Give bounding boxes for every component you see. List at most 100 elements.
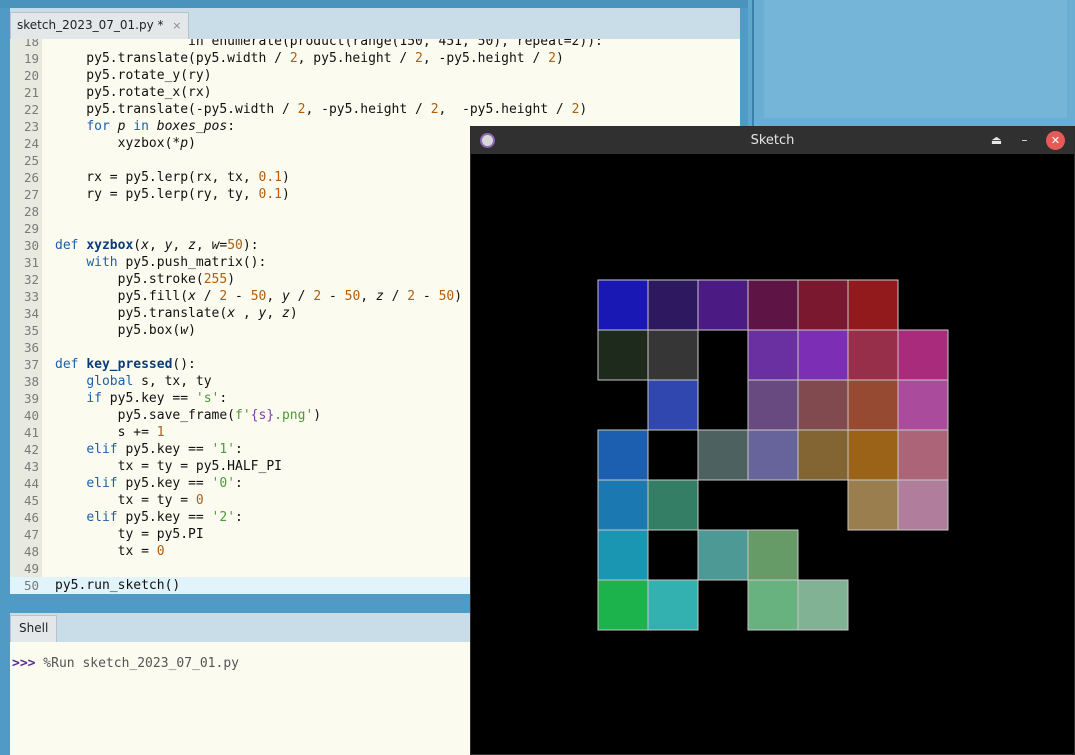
code-token: ): [188, 323, 196, 338]
app-icon[interactable]: [480, 133, 495, 148]
box-face: [647, 579, 699, 631]
code-token: 0.1: [258, 170, 282, 185]
code-token: global: [86, 374, 134, 389]
code-token: def: [55, 357, 79, 372]
code-token: x: [141, 238, 149, 253]
code-text: py5.rotate_x(rx): [55, 84, 212, 101]
code-token: '0': [211, 476, 236, 491]
code-token: p: [180, 136, 189, 151]
box-face: [897, 379, 949, 431]
line-number: 33: [23, 289, 39, 304]
line-number: 36: [23, 340, 39, 355]
code-token: 2: [415, 51, 423, 66]
code-text: py5.translate(-py5.width / 2, -py5.heigh…: [55, 101, 587, 118]
code-token: ry = py5.lerp(ry, ty,: [55, 187, 259, 202]
code-line[interactable]: 19 py5.translate(py5.width / 2, py5.heig…: [10, 50, 740, 67]
code-text: for p in boxes_pos:: [55, 118, 235, 135]
code-token: z: [188, 238, 196, 253]
code-token: py5.key ==: [117, 510, 212, 525]
close-button[interactable]: ✕: [1046, 131, 1065, 150]
line-number: 50: [23, 578, 39, 593]
code-token: 2: [407, 289, 416, 304]
code-token: py5.key ==: [117, 476, 212, 491]
sketch-titlebar[interactable]: Sketch ⏏ – ✕: [471, 127, 1074, 154]
code-line[interactable]: 18 in enumerate(product(range(150, 451, …: [10, 39, 740, 50]
box-face: [747, 329, 799, 381]
box-face: [747, 379, 799, 431]
shell-tab[interactable]: Shell: [10, 615, 58, 642]
code-token: tx = ty = py5.HALF_PI: [55, 459, 282, 474]
code-token: py5.translate(py5.width /: [55, 51, 290, 66]
code-token: :: [227, 119, 236, 134]
code-text: elif py5.key == '2':: [55, 509, 243, 526]
code-token: ): [227, 272, 236, 287]
box-face: [647, 479, 699, 531]
code-token: :: [235, 442, 243, 457]
code-token: 255: [203, 272, 228, 287]
code-token: tx = ty =: [55, 493, 196, 508]
box-face: [897, 479, 949, 531]
code-token: 's': [195, 391, 220, 406]
shell-prompt: >>>: [12, 656, 36, 671]
code-token: 50: [344, 289, 361, 304]
keep-above-button[interactable]: ⏏: [987, 131, 1006, 150]
code-token: py5.key ==: [117, 442, 212, 457]
code-token: y: [282, 289, 290, 304]
code-token: ): [313, 408, 322, 423]
code-line[interactable]: 21 py5.rotate_x(rx): [10, 84, 740, 101]
background-window-body: [764, 0, 1067, 118]
code-token: 2: [548, 51, 556, 66]
code-token: {s}: [250, 408, 275, 423]
line-number: 45: [23, 493, 39, 508]
code-token: ty = py5.PI: [55, 527, 204, 542]
code-token: tx =: [55, 544, 157, 559]
code-text: tx = 0: [55, 543, 165, 560]
tab-close-icon[interactable]: ×: [172, 13, 181, 38]
code-token: boxes_pos: [156, 119, 228, 134]
line-number: 18: [23, 39, 39, 49]
box-face: [597, 429, 649, 481]
sketch-canvas[interactable]: [471, 154, 1074, 754]
box-face: [847, 429, 899, 481]
code-token: .png': [274, 408, 314, 423]
code-token: with: [86, 255, 118, 270]
box-face: [747, 529, 799, 581]
minimize-button[interactable]: –: [1015, 131, 1034, 150]
code-token: py5.box(: [55, 323, 181, 338]
box-face: [847, 379, 899, 431]
code-token: 0: [156, 544, 165, 559]
line-number: 25: [23, 153, 39, 168]
editor-tab-sketch[interactable]: sketch_2023_07_01.py * ×: [10, 12, 189, 39]
window-top-strip: [0, 0, 748, 8]
code-text: ty = py5.PI: [55, 526, 204, 543]
line-number: 31: [23, 255, 39, 270]
code-token: if: [86, 391, 102, 406]
code-token: 2: [430, 102, 439, 117]
box-face: [697, 529, 749, 581]
line-number: 44: [23, 476, 39, 491]
code-token: ): [555, 51, 564, 66]
box-face: [897, 429, 949, 481]
line-number: 26: [23, 170, 39, 185]
code-text: py5.box(w): [55, 322, 196, 339]
background-window: [752, 0, 1075, 126]
box-face: [797, 429, 849, 481]
code-token: x: [227, 306, 236, 321]
box-face: [897, 329, 949, 381]
code-token: xyzbox(*: [55, 136, 181, 151]
code-line[interactable]: 22 py5.translate(-py5.width / 2, -py5.he…: [10, 101, 740, 118]
box-face: [847, 479, 899, 531]
code-token: s, tx, ty: [133, 374, 212, 389]
code-line[interactable]: 20 py5.rotate_y(ry): [10, 67, 740, 84]
line-number: 39: [23, 391, 39, 406]
line-number: 22: [23, 102, 39, 117]
code-text: ry = py5.lerp(ry, ty, 0.1): [55, 186, 290, 203]
code-token: py5.rotate_x(rx): [55, 85, 212, 100]
code-token: ():: [172, 357, 196, 372]
code-token: py5.save_frame(: [55, 408, 236, 423]
code-token: py5.translate(: [55, 306, 228, 321]
box-face: [697, 279, 749, 331]
